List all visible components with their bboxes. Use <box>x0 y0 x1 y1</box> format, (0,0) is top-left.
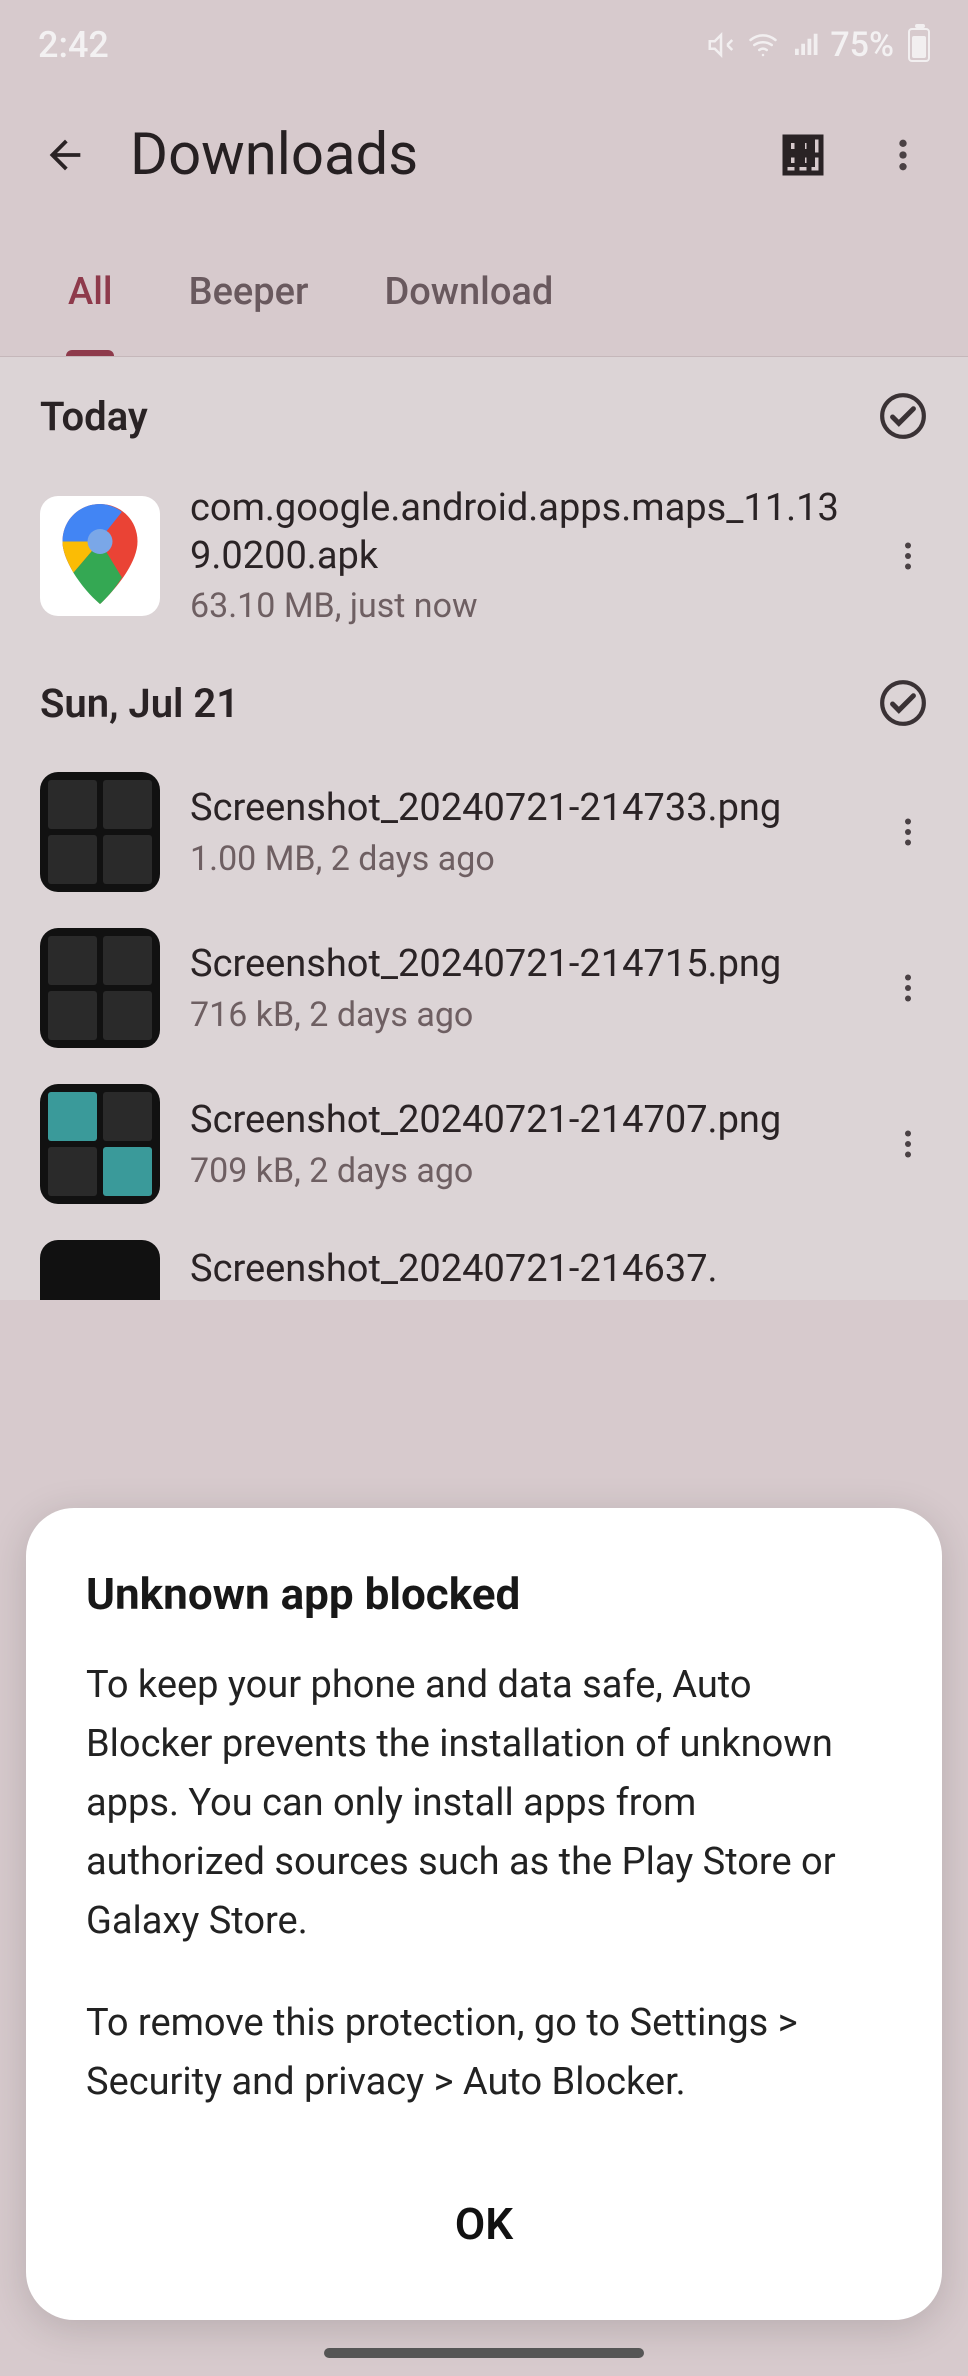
tab-all[interactable]: All <box>30 240 151 356</box>
file-more-button[interactable] <box>878 1114 938 1174</box>
more-vert-icon <box>890 1126 926 1162</box>
mute-icon <box>706 30 736 60</box>
page-title: Downloads <box>130 121 738 189</box>
section-title: Today <box>40 393 148 440</box>
file-row[interactable]: com.google.android.apps.maps_11.139.0200… <box>0 467 968 644</box>
grid-icon <box>779 131 827 179</box>
file-more-button[interactable] <box>878 802 938 862</box>
more-vert-icon <box>890 970 926 1006</box>
more-vert-icon <box>883 135 923 175</box>
dialog-body-1: To keep your phone and data safe, Auto B… <box>86 1656 882 1950</box>
file-name: Screenshot_20240721-214715.png <box>190 941 848 989</box>
dialog-body-2: To remove this protection, go to Setting… <box>86 1994 882 2112</box>
dialog-body: To keep your phone and data safe, Auto B… <box>86 1656 882 2112</box>
file-row[interactable]: Screenshot_20240721-214733.png 1.00 MB, … <box>0 754 968 910</box>
status-bar: 2:42 75% <box>0 0 968 90</box>
file-thumbnail <box>40 496 160 616</box>
file-name: com.google.android.apps.maps_11.139.0200… <box>190 485 848 580</box>
back-button[interactable] <box>30 120 100 190</box>
more-vert-icon <box>890 538 926 574</box>
maps-pin-icon <box>62 504 138 608</box>
dialog-ok-button[interactable]: OK <box>86 2156 882 2280</box>
status-time: 2:42 <box>38 24 109 66</box>
file-info: com.google.android.apps.maps_11.139.0200… <box>190 485 848 626</box>
file-name: Screenshot_20240721-214637. <box>190 1246 938 1294</box>
select-all-icon[interactable] <box>878 391 928 441</box>
file-thumbnail <box>40 1240 160 1300</box>
file-more-button[interactable] <box>878 958 938 1018</box>
arrow-left-icon <box>42 132 88 178</box>
dialog-title: Unknown app blocked <box>86 1568 882 1620</box>
tab-beeper[interactable]: Beeper <box>151 240 347 356</box>
file-info: Screenshot_20240721-214715.png 716 kB, 2… <box>190 941 848 1035</box>
file-name: Screenshot_20240721-214733.png <box>190 785 848 833</box>
status-icons: 75% <box>706 25 930 65</box>
file-meta: 716 kB, 2 days ago <box>190 995 848 1035</box>
file-thumbnail <box>40 1084 160 1204</box>
more-button[interactable] <box>868 120 938 190</box>
file-more-button[interactable] <box>878 526 938 586</box>
battery-pct: 75% <box>830 25 894 65</box>
unknown-app-dialog: Unknown app blocked To keep your phone a… <box>26 1508 942 2320</box>
file-row[interactable]: Screenshot_20240721-214637. <box>0 1222 968 1300</box>
section-header-sun: Sun, Jul 21 <box>0 644 968 754</box>
file-name: Screenshot_20240721-214707.png <box>190 1097 848 1145</box>
file-thumbnail <box>40 772 160 892</box>
file-thumbnail <box>40 928 160 1048</box>
more-vert-icon <box>890 814 926 850</box>
tab-download[interactable]: Download <box>346 240 591 356</box>
app-bar: Downloads <box>0 90 968 240</box>
signal-icon <box>790 30 820 60</box>
file-info: Screenshot_20240721-214707.png 709 kB, 2… <box>190 1097 848 1191</box>
battery-icon <box>908 28 930 62</box>
grid-view-button[interactable] <box>768 120 838 190</box>
file-row[interactable]: Screenshot_20240721-214715.png 716 kB, 2… <box>0 910 968 1066</box>
tabs: All Beeper Download <box>0 240 968 357</box>
file-meta: 63.10 MB, just now <box>190 586 848 626</box>
nav-handle[interactable] <box>324 2348 644 2358</box>
file-info: Screenshot_20240721-214733.png 1.00 MB, … <box>190 785 848 879</box>
select-all-icon[interactable] <box>878 678 928 728</box>
file-meta: 709 kB, 2 days ago <box>190 1151 848 1191</box>
section-header-today: Today <box>0 357 968 467</box>
file-row[interactable]: Screenshot_20240721-214707.png 709 kB, 2… <box>0 1066 968 1222</box>
file-meta: 1.00 MB, 2 days ago <box>190 839 848 879</box>
wifi-icon <box>746 30 780 60</box>
file-info: Screenshot_20240721-214637. <box>190 1246 938 1294</box>
section-title: Sun, Jul 21 <box>40 680 239 727</box>
file-list: Today com.google.android.apps.maps_11.13… <box>0 357 968 1300</box>
